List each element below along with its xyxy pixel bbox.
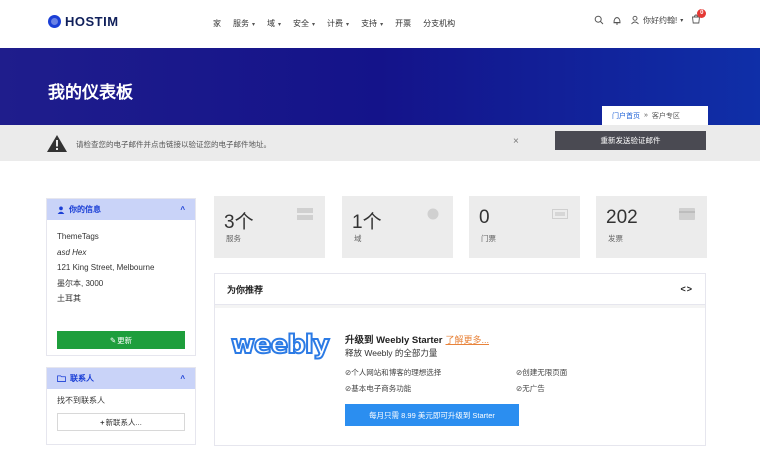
- contacts-title: 联系人: [70, 374, 94, 383]
- pencil-icon: ✎: [109, 335, 117, 345]
- menu-item-billing[interactable]: 计费 ▾: [327, 18, 349, 29]
- upgrade-starter-button[interactable]: 每月只需 8.99 美元即可升级到 Starter: [345, 404, 519, 426]
- chevron-down-icon: ▾: [278, 22, 282, 28]
- ticket-icon: [552, 209, 568, 219]
- server-icon: [297, 208, 313, 220]
- menu-item-support[interactable]: 支持 ▾: [361, 18, 383, 29]
- chevron-up-icon[interactable]: ^: [180, 374, 185, 383]
- breadcrumb-home-link[interactable]: 门户首页: [612, 111, 640, 121]
- recommendation-heading: 升级到 Weebly Starter 了解更多...: [345, 335, 490, 346]
- breadcrumb-current: 客户专区: [651, 112, 680, 120]
- chevron-down-icon: ▾: [380, 22, 384, 28]
- cart-button[interactable]: 0: [691, 9, 707, 26]
- user-icon: [631, 15, 639, 25]
- contacts-header[interactable]: 联系人 ^: [47, 368, 195, 389]
- your-info-header[interactable]: 你的信息 ^: [47, 199, 195, 220]
- stat-tile-services[interactable]: 3个 服务: [214, 196, 325, 258]
- stat-tile-tickets[interactable]: 0 门票: [469, 196, 580, 258]
- info-company: ThemeTags: [57, 232, 99, 241]
- stat-label: 域: [354, 234, 362, 243]
- stat-label: 发票: [608, 234, 623, 243]
- stat-value: 0: [479, 207, 490, 228]
- user-greeting: 你好约翰!: [643, 15, 678, 25]
- bell-icon[interactable]: [612, 15, 622, 25]
- top-navbar: HOSTIM 家 服务 ▾ 域 ▾ 安全 ▾ 计费 ▾ 支持 ▾ 开票 分支机构 你好约翰…: [0, 0, 760, 48]
- resend-verification-button[interactable]: 重新发送验证邮件: [555, 131, 706, 150]
- stat-label: 门票: [481, 234, 496, 243]
- recommendation-card: weebly 升级到 Weebly Starter 了解更多... 释放 Weeb…: [215, 305, 705, 445]
- credit-card-icon: [679, 208, 695, 220]
- stat-tile-invoices[interactable]: 202 发票: [596, 196, 707, 258]
- main-menu: 家 服务 ▾ 域 ▾ 安全 ▾ 计费 ▾ 支持 ▾ 开票 分支机构: [213, 18, 467, 29]
- close-icon[interactable]: ×: [513, 136, 519, 147]
- recommendations-header: 为你推荐 <>: [215, 274, 705, 305]
- warning-icon: [47, 135, 67, 152]
- update-info-button[interactable]: ✎ 更新: [57, 331, 185, 349]
- recommendations-panel: 为你推荐 <> weebly 升级到 Weebly Starter 了解更多...…: [214, 273, 706, 446]
- logo-icon: [48, 15, 61, 28]
- feature-item: ⊘创建无限页面: [516, 368, 568, 377]
- your-info-body: ThemeTags asd Hex 121 King Street, Melbo…: [47, 220, 195, 307]
- chevron-up-icon[interactable]: ^: [180, 205, 185, 214]
- stat-value: 3个: [224, 212, 254, 233]
- page-title: 我的仪表板: [48, 83, 133, 102]
- user-menu[interactable]: 你好约翰! ▾: [630, 15, 683, 26]
- logo-text: HOSTIM: [65, 14, 119, 29]
- carousel-arrows[interactable]: <>: [680, 284, 693, 294]
- menu-item-home[interactable]: 家: [213, 18, 221, 29]
- feature-item: ⊘基本电子商务功能: [345, 384, 412, 393]
- stat-value: 202: [606, 207, 638, 228]
- cart-count-badge: 0: [697, 9, 707, 18]
- menu-item-affiliates[interactable]: 分支机构: [423, 18, 455, 29]
- stat-label: 服务: [226, 234, 241, 243]
- menu-item-security[interactable]: 安全 ▾: [293, 18, 315, 29]
- plus-icon: +: [100, 417, 105, 427]
- info-address: 121 King Street, Melbourne: [57, 263, 155, 272]
- weebly-logo: weebly: [230, 329, 331, 361]
- menu-item-tickets[interactable]: 开票: [395, 18, 411, 29]
- search-icon[interactable]: [594, 15, 604, 25]
- breadcrumb: 门户首页 » 客户专区: [602, 106, 708, 125]
- stat-tile-domains[interactable]: 1个 域: [342, 196, 453, 258]
- chevron-down-icon: ▾: [680, 17, 684, 24]
- contacts-empty-text: 找不到联系人: [57, 396, 105, 405]
- feature-item: ⊘无广告: [516, 384, 545, 393]
- contacts-panel: 联系人 ^ 找不到联系人 + 新联系人...: [46, 367, 196, 445]
- breadcrumb-separator: »: [644, 112, 648, 119]
- stat-value: 1个: [352, 212, 382, 233]
- feature-item: ⊘个人网站和博客的理想选择: [345, 368, 442, 377]
- your-info-title: 你的信息: [69, 205, 101, 214]
- chevron-down-icon: ▾: [252, 22, 256, 28]
- menu-item-domains[interactable]: 域 ▾: [267, 18, 281, 29]
- recommendations-title: 为你推荐: [227, 284, 264, 295]
- new-contact-button[interactable]: + 新联系人...: [57, 413, 185, 431]
- folder-icon: [57, 375, 66, 382]
- your-info-panel: 你的信息 ^ ThemeTags asd Hex 121 King Street…: [46, 198, 196, 356]
- chevron-down-icon: ▾: [346, 22, 350, 28]
- recommendation-subheading: 释放 Weebly 的全部力量: [345, 348, 438, 358]
- nav-right: 你好约翰! ▾ 0: [594, 9, 707, 26]
- brand-logo[interactable]: HOSTIM: [48, 14, 119, 29]
- learn-more-link[interactable]: 了解更多...: [446, 335, 490, 345]
- chevron-down-icon: ▾: [312, 22, 316, 28]
- info-city: 墨尔本, 3000: [57, 278, 104, 288]
- menu-item-services[interactable]: 服务 ▾: [233, 18, 255, 29]
- user-icon: [57, 206, 65, 214]
- info-name: asd Hex: [57, 247, 87, 257]
- alert-message: 请检查您的电子邮件并点击链接以验证您的电子邮件地址。: [76, 140, 271, 149]
- info-country: 土耳其: [57, 294, 81, 303]
- globe-icon: [427, 208, 439, 220]
